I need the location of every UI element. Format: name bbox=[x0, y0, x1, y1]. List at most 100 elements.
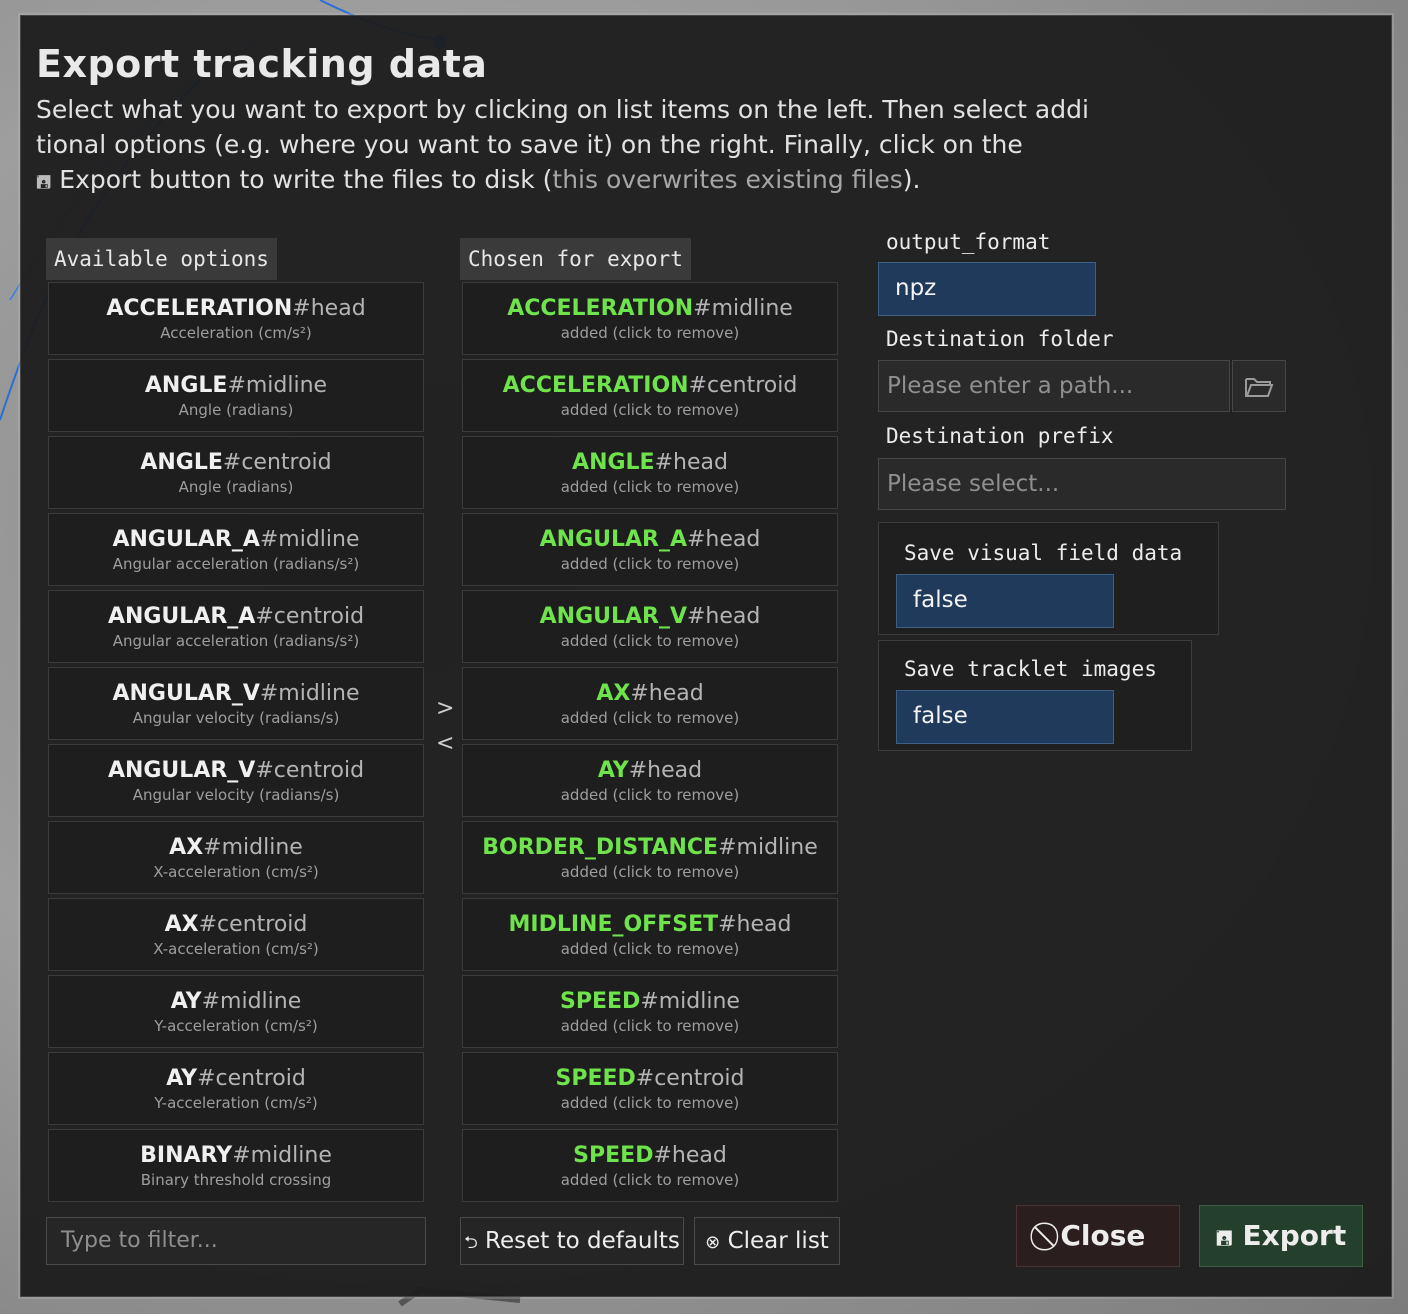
list-item[interactable]: ANGULAR_V#head added (click to remove) bbox=[462, 590, 838, 663]
list-item[interactable]: SPEED#midline added (click to remove) bbox=[462, 975, 838, 1048]
metric-name: ANGLE bbox=[572, 450, 655, 475]
list-item[interactable]: ANGULAR_A#midline Angular acceleration (r… bbox=[48, 513, 424, 586]
list-item-description: Angular velocity (radians/s) bbox=[132, 786, 340, 804]
list-item-title: AX#midline bbox=[49, 822, 423, 861]
move-right-arrow[interactable]: > bbox=[436, 696, 454, 721]
list-item-title: AY#centroid bbox=[49, 1053, 423, 1092]
filter-input[interactable]: Type to filter... bbox=[46, 1217, 426, 1265]
move-left-arrow[interactable]: < bbox=[436, 731, 454, 756]
list-item-description: added (click to remove) bbox=[560, 478, 740, 496]
list-item-description: Angular acceleration (radians/s²) bbox=[112, 555, 360, 573]
list-item-title: BINARY#midline bbox=[49, 1130, 423, 1169]
list-item-title: ANGULAR_A#head bbox=[463, 514, 837, 553]
export-button[interactable]: 🖪 Export bbox=[1199, 1205, 1363, 1267]
metric-name: ANGULAR_V bbox=[539, 604, 687, 629]
destination-prefix-label: Destination prefix bbox=[886, 424, 1114, 448]
metric-name: AX bbox=[596, 681, 631, 706]
description-text: Select what you want to export by clicki… bbox=[36, 95, 1089, 159]
metric-name: BINARY bbox=[140, 1143, 233, 1168]
list-item[interactable]: ACCELERATION#centroid added (click to rem… bbox=[462, 359, 838, 432]
available-options-label: Available options bbox=[46, 238, 277, 280]
close-button[interactable]: ⃠ Close bbox=[1016, 1205, 1180, 1267]
list-item-description: added (click to remove) bbox=[560, 709, 740, 727]
dialog-description: Select what you want to export by clicki… bbox=[36, 92, 1146, 200]
list-item[interactable]: ANGULAR_V#midline Angular velocity (radia… bbox=[48, 667, 424, 740]
list-item[interactable]: ANGLE#midline Angle (radians) bbox=[48, 359, 424, 432]
list-item[interactable]: AX#head added (click to remove) bbox=[462, 667, 838, 740]
metric-source: #centroid bbox=[255, 604, 365, 629]
list-item[interactable]: SPEED#centroid added (click to remove) bbox=[462, 1052, 838, 1125]
list-item[interactable]: AX#centroid X-acceleration (cm/s²) bbox=[48, 898, 424, 971]
list-item[interactable]: ACCELERATION#midline added (click to remo… bbox=[462, 282, 838, 355]
list-item-description: added (click to remove) bbox=[560, 786, 740, 804]
metric-source: #head bbox=[628, 758, 703, 783]
visual-field-label: Save visual field data bbox=[904, 541, 1183, 565]
metric-source: #midline bbox=[640, 989, 740, 1014]
metric-name: ACCELERATION bbox=[106, 296, 293, 321]
list-item[interactable]: AX#midline X-acceleration (cm/s²) bbox=[48, 821, 424, 894]
list-item[interactable]: ACCELERATION#head Acceleration (cm/s²) bbox=[48, 282, 424, 355]
list-item-description: Y-acceleration (cm/s²) bbox=[154, 1094, 318, 1112]
metric-name: ANGULAR_A bbox=[112, 527, 260, 552]
metric-source: #midline bbox=[227, 373, 328, 398]
list-item[interactable]: ANGULAR_A#centroid Angular acceleration (… bbox=[48, 590, 424, 663]
list-item[interactable]: AY#centroid Y-acceleration (cm/s²) bbox=[48, 1052, 424, 1125]
reset-icon: ⮌ bbox=[464, 1233, 478, 1253]
clear-list-button[interactable]: ⊗ Clear list bbox=[694, 1217, 840, 1265]
metric-source: #centroid bbox=[255, 758, 365, 783]
clear-icon: ⊗ bbox=[705, 1232, 721, 1253]
list-item[interactable]: ANGLE#centroid Angle (radians) bbox=[48, 436, 424, 509]
metric-name: ANGLE bbox=[140, 450, 223, 475]
list-item[interactable]: ANGLE#head added (click to remove) bbox=[462, 436, 838, 509]
list-item-description: added (click to remove) bbox=[560, 1017, 740, 1035]
list-item-title: ANGULAR_A#midline bbox=[49, 514, 423, 553]
metric-name: AY bbox=[166, 1066, 198, 1091]
list-item[interactable]: ANGULAR_V#centroid Angular velocity (radi… bbox=[48, 744, 424, 817]
browse-folder-button[interactable] bbox=[1232, 360, 1286, 412]
list-item-title: ANGLE#centroid bbox=[49, 437, 423, 476]
save-icon: 🖪 bbox=[1215, 1226, 1233, 1250]
list-item[interactable]: BORDER_DISTANCE#midline added (click to r… bbox=[462, 821, 838, 894]
metric-source: #centroid bbox=[635, 1066, 745, 1091]
metric-source: #centroid bbox=[197, 1066, 306, 1091]
export-label: Export bbox=[1242, 1219, 1347, 1252]
list-item[interactable]: SPEED#head added (click to remove) bbox=[462, 1129, 838, 1202]
list-item-title: BORDER_DISTANCE#midline bbox=[463, 822, 837, 861]
list-item[interactable]: MIDLINE_OFFSET#head added (click to remov… bbox=[462, 898, 838, 971]
metric-source: #head bbox=[687, 604, 761, 629]
description-warning: this overwrites existing files bbox=[552, 165, 903, 194]
list-item[interactable]: ANGULAR_A#head added (click to remove) bbox=[462, 513, 838, 586]
list-item-description: Angular velocity (radians/s) bbox=[132, 709, 340, 727]
list-item-title: SPEED#head bbox=[463, 1130, 837, 1169]
list-item-title: ANGULAR_V#centroid bbox=[49, 745, 423, 784]
close-label: Close bbox=[1060, 1219, 1146, 1252]
output-format-label: output_format bbox=[886, 230, 1051, 254]
destination-folder-input[interactable]: Please enter a path... bbox=[878, 360, 1230, 412]
metric-name: AY bbox=[597, 758, 629, 783]
metric-source: #midline bbox=[201, 989, 302, 1014]
description-end: ). bbox=[902, 165, 921, 194]
metric-name: AX bbox=[169, 835, 204, 860]
output-format-select[interactable]: npz bbox=[878, 262, 1096, 316]
list-item-title: AY#midline bbox=[49, 976, 423, 1015]
available-options-list: ACCELERATION#head Acceleration (cm/s²) ANG… bbox=[46, 282, 426, 1207]
tracklet-images-label: Save tracklet images bbox=[904, 657, 1157, 681]
metric-source: #centroid bbox=[222, 450, 332, 475]
metric-source: #midline bbox=[259, 681, 360, 706]
metric-name: ANGULAR_A bbox=[539, 527, 687, 552]
list-item[interactable]: BINARY#midline Binary threshold crossing bbox=[48, 1129, 424, 1202]
reset-to-defaults-button[interactable]: ⮌ Reset to defaults bbox=[460, 1217, 684, 1265]
list-item-title: AX#head bbox=[463, 668, 837, 707]
metric-name: SPEED bbox=[555, 1066, 636, 1091]
list-item-title: ACCELERATION#head bbox=[49, 283, 423, 322]
list-item[interactable]: AY#head added (click to remove) bbox=[462, 744, 838, 817]
visual-field-toggle[interactable]: false bbox=[896, 574, 1114, 628]
metric-source: #midline bbox=[718, 835, 818, 860]
tracklet-images-toggle[interactable]: false bbox=[896, 690, 1114, 744]
list-item-description: added (click to remove) bbox=[560, 632, 740, 650]
metric-source: #head bbox=[630, 681, 704, 706]
destination-prefix-select[interactable]: Please select... bbox=[878, 458, 1286, 510]
list-item[interactable]: AY#midline Y-acceleration (cm/s²) bbox=[48, 975, 424, 1048]
list-item-description: added (click to remove) bbox=[560, 401, 740, 419]
destination-folder-label: Destination folder bbox=[886, 327, 1114, 351]
